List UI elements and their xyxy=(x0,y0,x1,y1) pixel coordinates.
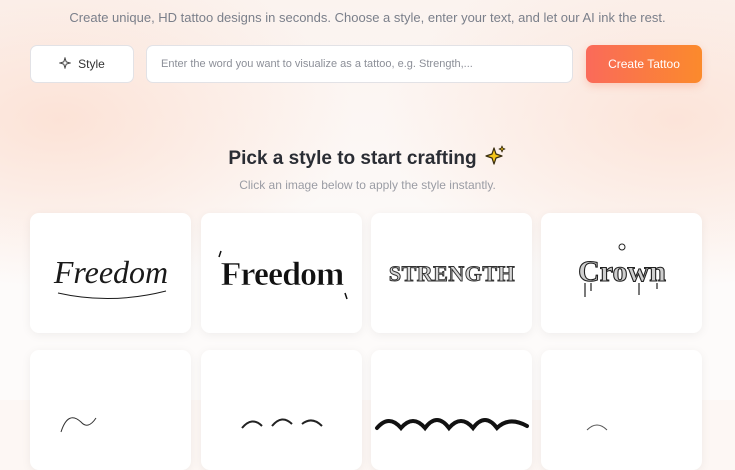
style-preview-blackletter: Freedom xyxy=(217,250,348,300)
style-preview-graffiti xyxy=(374,418,529,432)
style-preview-fine-script xyxy=(60,417,96,433)
sparkle-outline-icon xyxy=(58,55,72,72)
sparkles-icon xyxy=(484,145,507,173)
style-preview-engraved: STRENGTH xyxy=(388,261,515,287)
style-preview-ornate: Crown xyxy=(577,243,666,297)
tattoo-word-input[interactable] xyxy=(146,45,573,83)
style-preview-gothic xyxy=(240,418,323,429)
style-card-ornate-drip[interactable]: Crown xyxy=(541,213,702,333)
section-title: Pick a style to start crafting xyxy=(0,145,735,173)
style-preview-text: Freedom xyxy=(220,256,343,293)
style-card-engraved[interactable]: STRENGTH xyxy=(371,213,532,333)
style-card[interactable] xyxy=(541,350,702,470)
style-card-blackletter[interactable]: Freedom xyxy=(201,213,362,333)
page-subtitle: Create unique, HD tattoo designs in seco… xyxy=(69,10,666,25)
section-subtitle: Click an image below to apply the style … xyxy=(239,178,496,192)
style-preview-text: Freedom xyxy=(52,254,167,290)
style-button-label: Style xyxy=(78,57,105,71)
style-preview-minimal xyxy=(586,424,607,431)
create-tattoo-button[interactable]: Create Tattoo xyxy=(586,45,702,83)
style-preview-text: STRENGTH xyxy=(388,261,514,286)
style-card-script[interactable]: Freedom xyxy=(30,213,191,333)
style-preview-script: Freedom xyxy=(52,254,168,300)
style-card[interactable] xyxy=(30,350,191,470)
style-card[interactable] xyxy=(201,350,362,470)
style-button[interactable]: Style xyxy=(30,45,134,83)
style-card[interactable] xyxy=(371,350,532,470)
section-title-text: Pick a style to start crafting xyxy=(228,148,477,169)
